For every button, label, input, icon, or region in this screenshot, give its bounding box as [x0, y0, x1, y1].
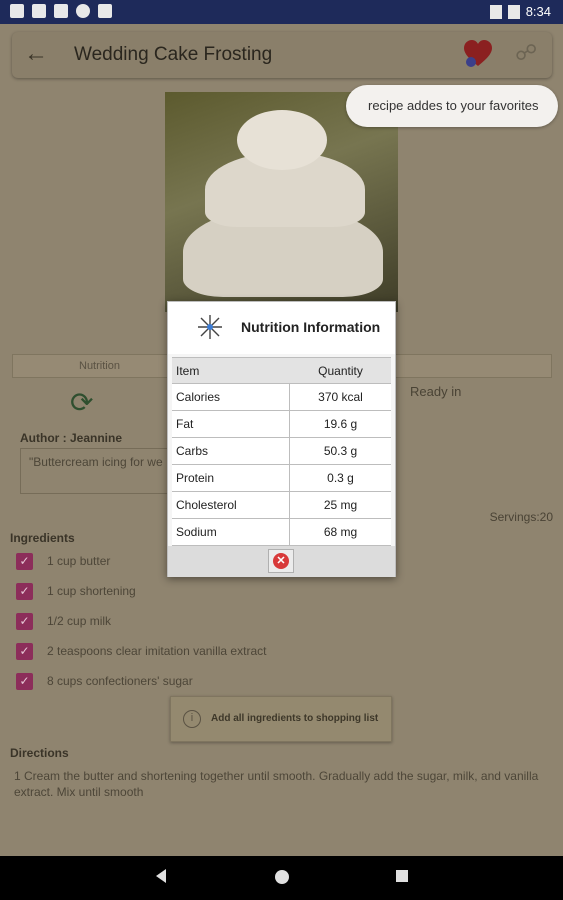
- ingredient-text: 1 cup shortening: [47, 584, 136, 598]
- app-bar: ← Wedding Cake Frosting ☍: [12, 32, 552, 78]
- ingredient-text: 2 teaspoons clear imitation vanilla extr…: [47, 644, 267, 658]
- nutrient-name: Sodium: [172, 519, 290, 545]
- nutrient-quantity: 25 mg: [323, 498, 358, 512]
- servings-label: Servings:20: [489, 510, 553, 524]
- settings-icon: [10, 4, 24, 18]
- notification-icons: [10, 4, 112, 18]
- circle-icon: [76, 4, 90, 18]
- nutrient-name: Carbs: [172, 438, 290, 464]
- nutrition-sparkle-icon: [198, 315, 222, 339]
- dialog-title: Nutrition Information: [241, 319, 381, 335]
- directions-heading: Directions: [10, 746, 69, 760]
- wifi-icon: [54, 4, 68, 18]
- table-row: Carbs 50.3 g: [172, 438, 391, 465]
- checkbox-checked-icon[interactable]: ✓: [16, 612, 33, 630]
- description-text: "Buttercream icing for we: [29, 455, 163, 469]
- ingredient-text: 8 cups confectioners' sugar: [47, 674, 193, 688]
- checkbox-checked-icon[interactable]: ✓: [16, 672, 33, 690]
- nutrient-quantity: 68 mg: [323, 525, 358, 539]
- dialog-header: Nutrition Information: [168, 302, 395, 354]
- ready-in-label: Ready in: [410, 384, 462, 399]
- ingredient-item[interactable]: ✓ 1 cup shortening: [16, 582, 136, 600]
- nutrient-name: Fat: [172, 411, 290, 437]
- table-row: Protein 0.3 g: [172, 465, 391, 492]
- table-row: Sodium 68 mg: [172, 519, 391, 546]
- table-row: Cholesterol 25 mg: [172, 492, 391, 519]
- cake-top-flower: [237, 110, 327, 170]
- nutrient-name: Protein: [172, 465, 290, 491]
- favorite-toast: recipe addes to your favorites: [346, 85, 558, 127]
- nutrient-quantity: 19.6 g: [323, 417, 358, 431]
- refresh-icon[interactable]: ⟳: [70, 386, 93, 419]
- direction-step: 1 Cream the butter and shortening togeth…: [14, 769, 539, 799]
- ingredient-item[interactable]: ✓ 2 teaspoons clear imitation vanilla ex…: [16, 642, 266, 660]
- nutrient-quantity: 50.3 g: [323, 444, 358, 458]
- toast-text: recipe addes to your favorites: [368, 98, 539, 113]
- checkbox-checked-icon[interactable]: ✓: [16, 642, 33, 660]
- dialog-footer: ✕: [168, 546, 395, 577]
- description-box: "Buttercream icing for we: [20, 448, 180, 494]
- signal-icon: [489, 4, 502, 19]
- shopping-button-label: Add all ingredients to shopping list: [211, 713, 379, 724]
- status-bar: 8:34: [0, 0, 563, 24]
- table-header-row: Item Quantity: [172, 357, 391, 384]
- nav-recents-icon[interactable]: [396, 870, 408, 882]
- nutrient-name: Calories: [172, 384, 290, 410]
- table-row: Calories 370 kcal: [172, 384, 391, 411]
- checkbox-checked-icon[interactable]: ✓: [16, 552, 33, 570]
- nutrient-name: Cholesterol: [172, 492, 290, 518]
- ingredient-text: 1/2 cup milk: [47, 614, 112, 628]
- ingredients-heading: Ingredients: [10, 531, 75, 545]
- add-to-shopping-list-button[interactable]: i Add all ingredients to shopping list: [170, 696, 392, 742]
- column-header-quantity: Quantity: [318, 364, 363, 378]
- favorite-heart-icon[interactable]: [462, 38, 494, 70]
- close-icon: ✕: [273, 553, 289, 569]
- share-icon[interactable]: ☍: [515, 40, 537, 66]
- nutrition-dialog: Nutrition Information Item Quantity Calo…: [167, 301, 396, 577]
- battery-icon: [507, 4, 520, 19]
- nutrition-table: Item Quantity Calories 370 kcal Fat 19.6…: [172, 357, 391, 546]
- status-time: 8:34: [525, 4, 551, 19]
- close-dialog-button[interactable]: ✕: [268, 549, 294, 573]
- nav-back-icon[interactable]: [156, 869, 166, 883]
- back-arrow-icon[interactable]: ←: [24, 40, 48, 68]
- checkbox-checked-icon[interactable]: ✓: [16, 582, 33, 600]
- column-header-item: Item: [176, 364, 200, 378]
- ingredient-item[interactable]: ✓ 1 cup butter: [16, 552, 110, 570]
- page-title: Wedding Cake Frosting: [74, 44, 273, 65]
- sd-card-icon: [98, 4, 112, 18]
- nutrient-quantity: 370 kcal: [318, 390, 363, 404]
- ingredient-text: 1 cup butter: [47, 554, 111, 568]
- ingredient-item[interactable]: ✓ 1/2 cup milk: [16, 612, 111, 630]
- notification-icon: [32, 4, 46, 18]
- nav-home-icon[interactable]: [275, 870, 289, 884]
- tab-nutrition[interactable]: Nutrition: [79, 360, 120, 372]
- author-label: Author : Jeannine: [20, 431, 123, 445]
- nutrient-quantity: 0.3 g: [327, 471, 354, 485]
- info-icon: i: [183, 710, 201, 728]
- system-nav-bar: [0, 856, 563, 900]
- table-row: Fat 19.6 g: [172, 411, 391, 438]
- ingredient-item[interactable]: ✓ 8 cups confectioners' sugar: [16, 672, 193, 690]
